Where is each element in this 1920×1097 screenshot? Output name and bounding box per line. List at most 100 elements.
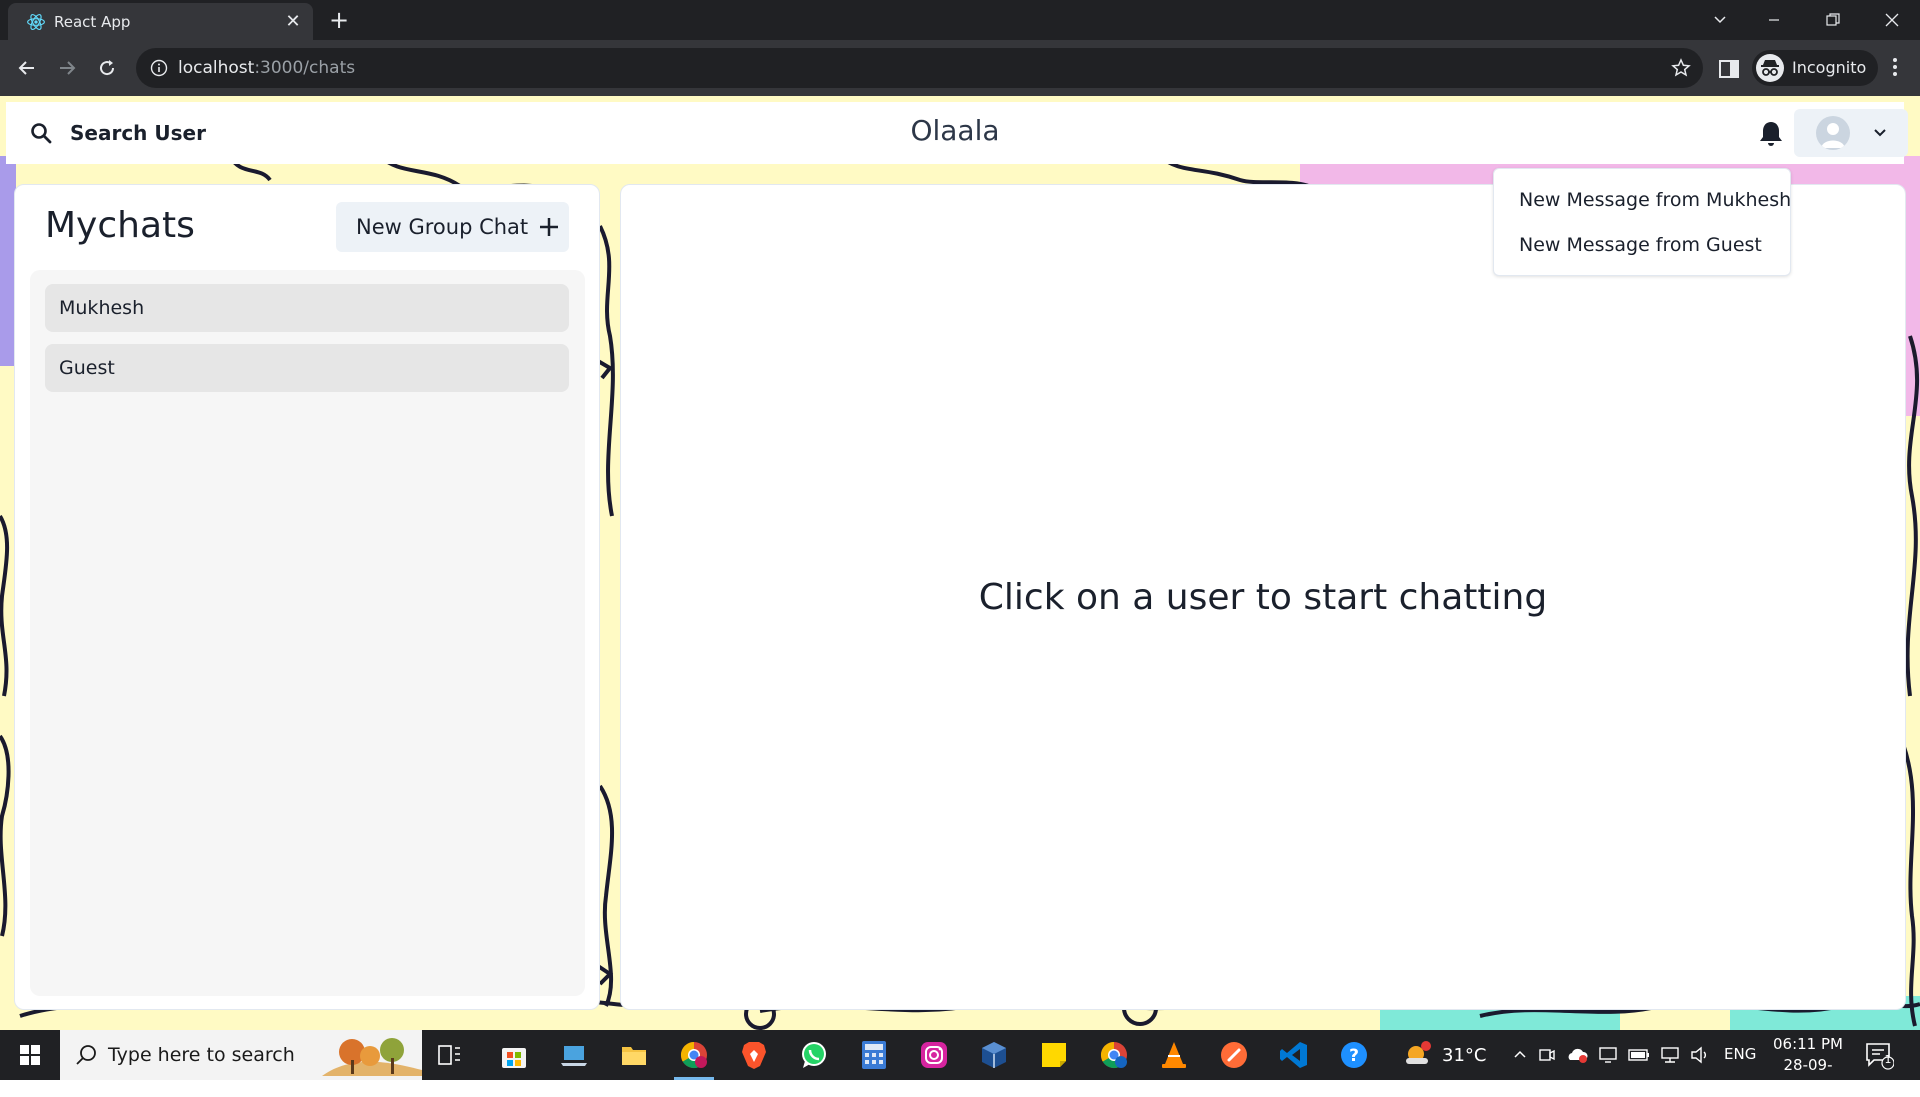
chrome-menu-button[interactable] bbox=[1884, 56, 1906, 78]
chat-list: Mukhesh Guest bbox=[30, 270, 585, 996]
address-bar[interactable]: localhost:3000/chats bbox=[136, 48, 1703, 88]
network-icon[interactable] bbox=[1660, 1046, 1680, 1064]
taskbar-app-whatsapp[interactable] bbox=[786, 1030, 842, 1080]
chat-list-item[interactable]: Guest bbox=[45, 344, 569, 392]
forward-button[interactable] bbox=[53, 54, 81, 82]
reload-button[interactable] bbox=[93, 54, 121, 82]
taskbar-clock[interactable]: 06:11 PM 28-09-2023 bbox=[1766, 1034, 1850, 1097]
camera-icon[interactable] bbox=[1538, 1046, 1556, 1064]
taskbar-app-virtualbox[interactable] bbox=[966, 1030, 1022, 1080]
url-host: localhost bbox=[178, 58, 255, 78]
taskbar-app-chrome[interactable] bbox=[666, 1030, 722, 1080]
clock-date: 28-09-2023 bbox=[1783, 1056, 1833, 1095]
instagram-icon bbox=[921, 1042, 947, 1068]
taskbar-search-placeholder: Type here to search bbox=[108, 1044, 295, 1066]
close-window-button[interactable] bbox=[1864, 0, 1920, 40]
notification-dropdown: New Message from Mukhesh New Message fro… bbox=[1493, 168, 1791, 276]
taskbar-app-brave[interactable] bbox=[726, 1030, 782, 1080]
taskbar-app-calculator[interactable] bbox=[846, 1030, 902, 1080]
vscode-icon bbox=[1280, 1042, 1307, 1068]
taskbar-search-box[interactable]: Type here to search bbox=[60, 1030, 422, 1080]
empty-chat-message: Click on a user to start chatting bbox=[978, 577, 1548, 618]
bell-icon[interactable] bbox=[1758, 120, 1784, 148]
sticky-notes-icon bbox=[1042, 1043, 1066, 1067]
app-header: Search User Olaala bbox=[6, 102, 1908, 164]
restore-button[interactable] bbox=[1805, 0, 1861, 40]
chevron-down-icon bbox=[1874, 129, 1886, 137]
folder-icon bbox=[622, 1047, 646, 1065]
browser-tab[interactable]: React App ✕ bbox=[8, 3, 313, 40]
system-tray bbox=[1512, 1030, 1732, 1080]
chat-list-item[interactable]: Mukhesh bbox=[45, 284, 569, 332]
laptop-icon bbox=[561, 1046, 587, 1066]
display-icon[interactable] bbox=[1598, 1046, 1618, 1064]
incognito-profile-button[interactable]: Incognito bbox=[1752, 50, 1878, 86]
arrow-left-icon bbox=[18, 61, 34, 75]
incognito-label: Incognito bbox=[1792, 58, 1867, 77]
brave-icon bbox=[742, 1042, 766, 1069]
tab-close-icon[interactable]: ✕ bbox=[281, 10, 305, 34]
clock-time: 06:11 PM bbox=[1773, 1035, 1843, 1053]
browser-tab-strip: React App ✕ + bbox=[0, 0, 1920, 40]
minimize-button[interactable] bbox=[1746, 0, 1802, 40]
taskbar-app-instagram[interactable] bbox=[906, 1030, 962, 1080]
close-icon bbox=[1885, 13, 1899, 27]
weather-icon bbox=[1406, 1041, 1431, 1064]
virtualbox-icon bbox=[982, 1042, 1006, 1068]
my-chats-panel: Mychats New Group Chat Mukhesh Guest bbox=[14, 184, 600, 1010]
back-button[interactable] bbox=[13, 54, 41, 82]
incognito-icon bbox=[1756, 54, 1784, 82]
profile-menu-button[interactable] bbox=[1794, 109, 1908, 157]
app-brand-title: Olaala bbox=[910, 114, 1000, 147]
battery-icon[interactable] bbox=[1628, 1048, 1650, 1062]
info-icon[interactable] bbox=[150, 59, 168, 77]
notification-item[interactable]: New Message from Guest bbox=[1494, 224, 1792, 266]
browser-toolbar: localhost:3000/chats Incognito bbox=[0, 40, 1920, 96]
calculator-icon bbox=[862, 1041, 886, 1069]
postman-icon bbox=[1221, 1042, 1247, 1068]
chevron-down-icon bbox=[1714, 16, 1726, 24]
weather-widget[interactable]: 31°C bbox=[1402, 1030, 1486, 1080]
bookmark-star-icon[interactable] bbox=[1671, 58, 1691, 78]
windows-logo-icon bbox=[20, 1045, 40, 1065]
plus-icon bbox=[540, 218, 559, 236]
taskbar-app-vlc[interactable] bbox=[1146, 1030, 1202, 1080]
windows-taskbar: Type here to search ? 31°C ENG 06:11 PM … bbox=[0, 1030, 1920, 1095]
start-button[interactable] bbox=[0, 1030, 60, 1080]
taskbar-app-vscode[interactable] bbox=[1266, 1030, 1322, 1080]
url-text[interactable]: localhost:3000/chats bbox=[178, 58, 355, 78]
chat-box: Click on a user to start chatting bbox=[620, 184, 1906, 1010]
my-chats-title: Mychats bbox=[45, 205, 195, 246]
app-viewport: Search User Olaala Mychats New Group Cha… bbox=[0, 96, 1920, 1030]
volume-icon[interactable] bbox=[1690, 1046, 1710, 1064]
restore-icon bbox=[1826, 13, 1840, 26]
taskbar-app-file-explorer[interactable] bbox=[606, 1030, 662, 1080]
taskbar-app-chrome-profile[interactable] bbox=[1086, 1030, 1142, 1080]
arrow-right-icon bbox=[60, 61, 76, 75]
input-language[interactable]: ENG bbox=[1724, 1045, 1756, 1063]
reload-icon bbox=[100, 60, 115, 76]
new-group-chat-label: New Group Chat bbox=[356, 215, 529, 239]
new-group-chat-button[interactable]: New Group Chat bbox=[336, 202, 569, 252]
taskbar-app-store[interactable] bbox=[486, 1030, 542, 1080]
new-tab-button[interactable]: + bbox=[325, 6, 353, 34]
search-highlight-icon[interactable] bbox=[322, 1034, 422, 1076]
task-view-button[interactable] bbox=[422, 1030, 478, 1080]
url-path: :3000/chats bbox=[254, 58, 356, 78]
taskbar-app-sticky-notes[interactable] bbox=[1026, 1030, 1082, 1080]
tab-search-button[interactable] bbox=[1692, 0, 1748, 40]
taskbar-app-desktop[interactable] bbox=[546, 1030, 602, 1080]
notification-count: 1 bbox=[1884, 1053, 1892, 1066]
minimize-icon bbox=[1769, 19, 1779, 21]
onedrive-icon[interactable] bbox=[1566, 1046, 1588, 1064]
taskbar-app-postman[interactable] bbox=[1206, 1030, 1262, 1080]
svg-text:?: ? bbox=[1349, 1046, 1359, 1066]
chevron-up-icon[interactable] bbox=[1512, 1047, 1528, 1063]
taskbar-app-help[interactable]: ? bbox=[1326, 1030, 1382, 1080]
react-icon bbox=[27, 14, 45, 30]
chrome-icon bbox=[680, 1041, 707, 1069]
notification-item[interactable]: New Message from Mukhesh bbox=[1494, 179, 1792, 221]
side-panel-icon[interactable] bbox=[1718, 58, 1740, 80]
help-icon: ? bbox=[1341, 1042, 1367, 1068]
notification-center-button[interactable]: 1 bbox=[1864, 1040, 1895, 1070]
